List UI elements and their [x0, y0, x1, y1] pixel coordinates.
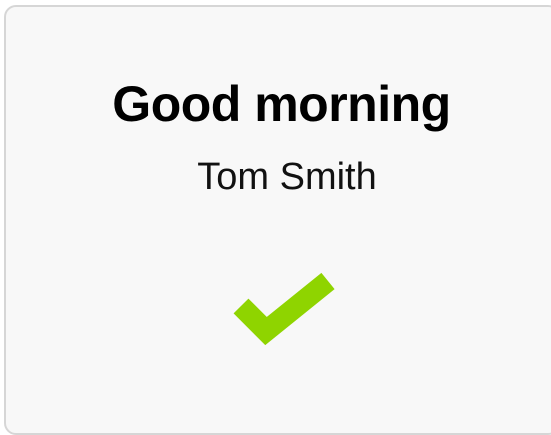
checkmark-icon	[233, 272, 335, 346]
user-name: Tom Smith	[197, 156, 377, 198]
checkmark-stroke	[233, 272, 335, 346]
greeting-heading: Good morning	[112, 76, 451, 132]
greeting-card: Good morning Tom Smith	[4, 5, 551, 435]
